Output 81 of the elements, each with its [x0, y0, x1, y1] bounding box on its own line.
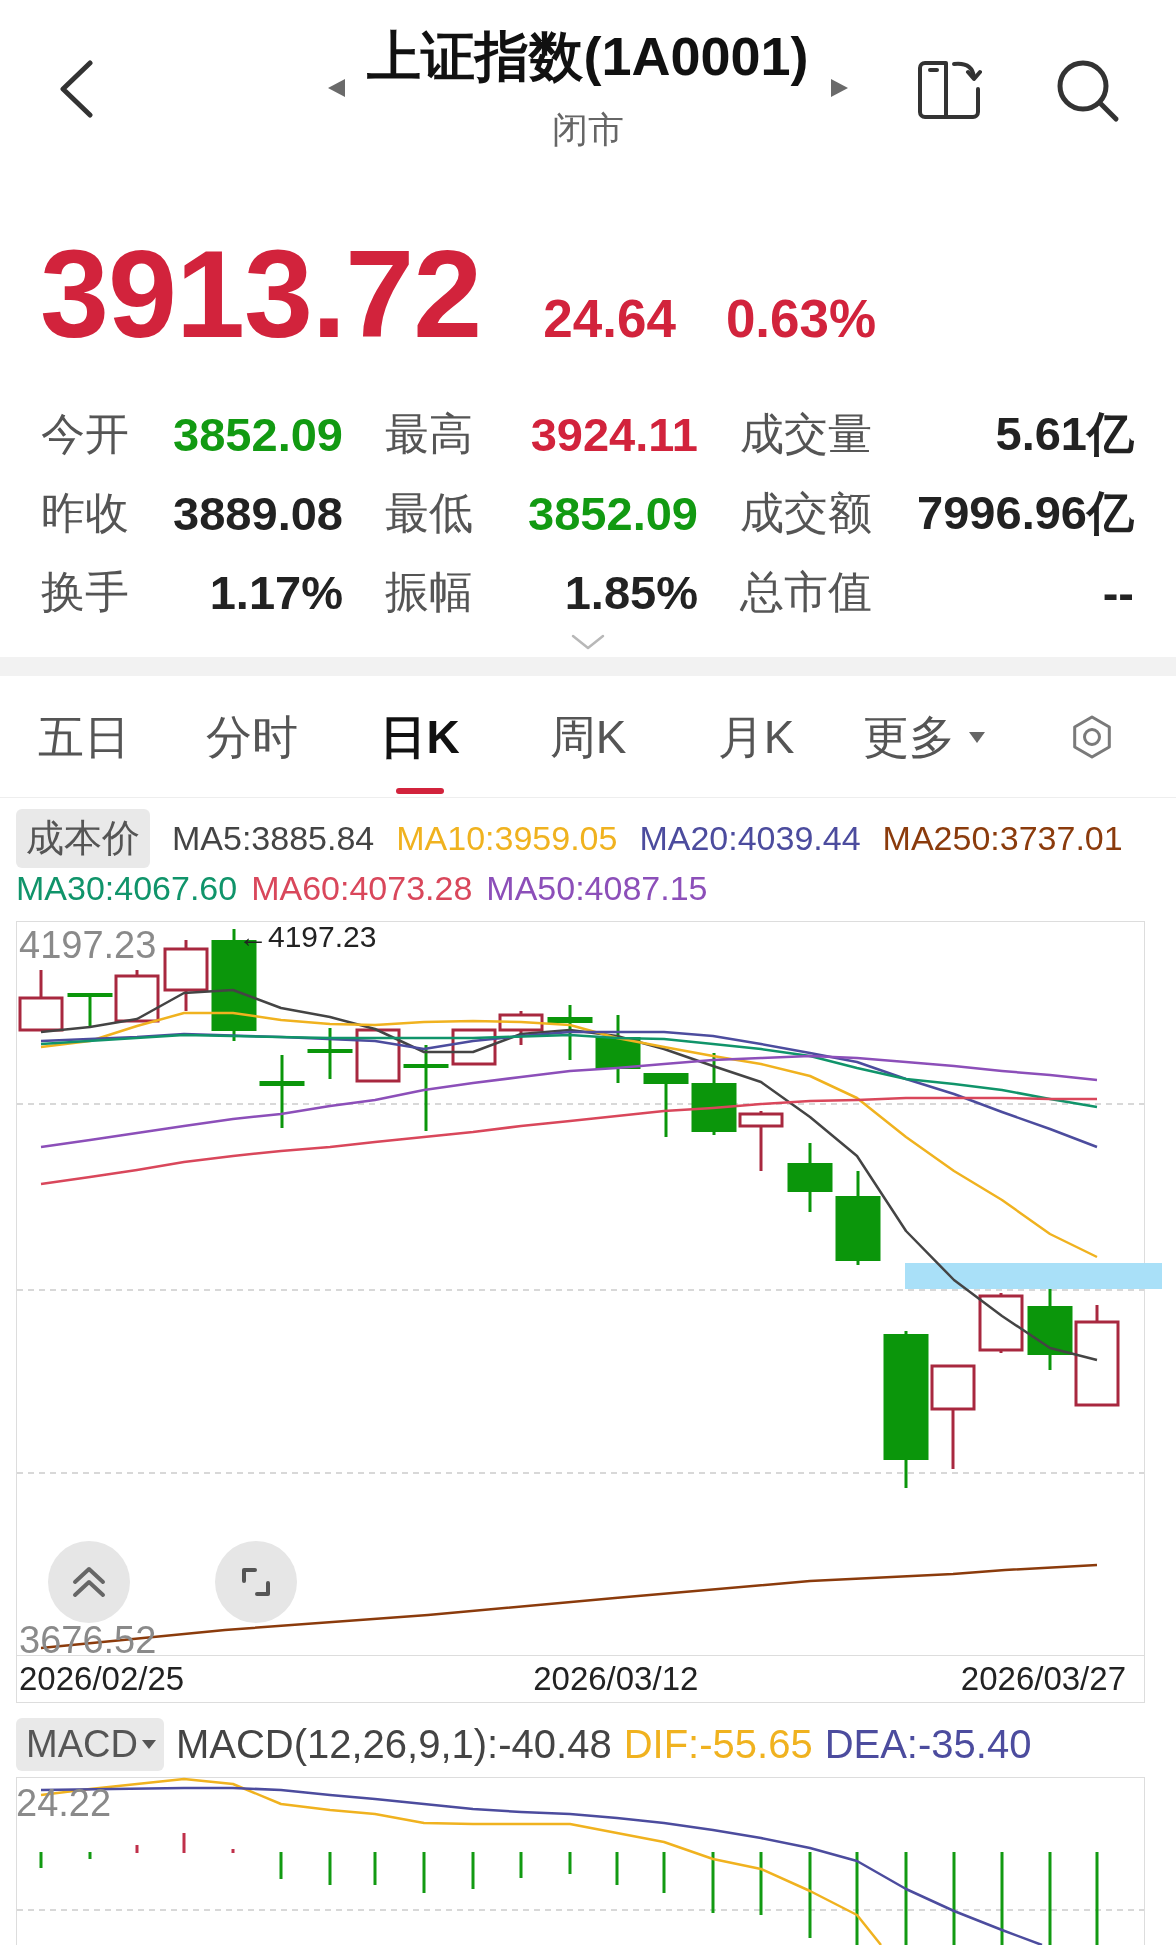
period-tab[interactable]: 周K	[549, 709, 627, 794]
stat-value: 1.17%	[209, 565, 343, 620]
page-title: 上证指数(1A0001)	[367, 25, 809, 87]
back-icon[interactable]	[58, 60, 94, 118]
caret-right-icon[interactable]	[830, 79, 848, 97]
more-menu-tab[interactable]: 更多	[863, 709, 985, 794]
stat-value: 1.85%	[564, 565, 698, 620]
stat-value: 3924.11	[530, 407, 698, 462]
cost-price-button[interactable]: 成本价	[16, 809, 150, 868]
macd-bar	[519, 1852, 523, 1878]
double-chevron-up-icon	[71, 1565, 107, 1599]
axis-max-label: 4197.23	[19, 924, 157, 966]
candle	[498, 1011, 544, 1045]
settings-icon[interactable]	[1070, 715, 1114, 759]
ma-reading: MA5:3885.84	[172, 819, 375, 858]
corner-brackets-icon	[241, 1567, 271, 1597]
macd-bar	[88, 1852, 92, 1859]
stat-label: 昨收	[41, 487, 129, 539]
ma-reading: MA50:4087.15	[486, 868, 708, 908]
stat-value: 3852.09	[173, 407, 343, 462]
macd-bar	[373, 1852, 377, 1885]
axis-max-label: 24.22	[16, 1782, 112, 1824]
ma-reading: MA60:4073.28	[251, 868, 473, 908]
indicator-selector[interactable]: MACD	[16, 1718, 164, 1771]
period-tab[interactable]: 月K	[717, 709, 795, 794]
date-label: 2026/03/27	[960, 1660, 1126, 1698]
period-tab[interactable]: 五日	[38, 709, 130, 794]
macd-reading: DIF:-55.65	[623, 1722, 813, 1767]
macd-bar	[231, 1849, 235, 1853]
candle	[978, 1293, 1024, 1353]
ma-reading: MA20:4039.44	[639, 819, 861, 858]
macd-bar	[328, 1852, 332, 1885]
period-tab[interactable]: 分时	[206, 709, 298, 794]
macd-bar	[471, 1852, 475, 1889]
macd-bar	[568, 1852, 572, 1874]
period-tab[interactable]: 日K	[380, 709, 460, 794]
candle	[307, 1028, 353, 1079]
candle	[738, 1111, 784, 1171]
caret-left-icon[interactable]	[328, 79, 346, 97]
stat-label: 今开	[41, 408, 129, 460]
candle	[163, 940, 209, 1011]
date-label: 2026/02/25	[19, 1660, 185, 1698]
candle	[643, 1073, 689, 1137]
stat-value: 5.61亿	[995, 406, 1134, 462]
stat-label: 换手	[41, 566, 129, 618]
caret-down-icon	[141, 1740, 156, 1749]
stat-value: 7996.96亿	[917, 485, 1134, 541]
macd-bar	[711, 1852, 715, 1913]
last-price: 3913.72	[40, 232, 482, 356]
stat-label: 成交量	[740, 408, 872, 460]
stat-label: 成交额	[740, 487, 872, 539]
macd-bar	[759, 1852, 763, 1915]
change-percent: 0.63%	[725, 288, 877, 349]
peak-price-label: ←4197.23	[238, 920, 377, 953]
market-status: 闭市	[552, 108, 624, 152]
stat-label: 最高	[385, 408, 473, 460]
macd-bar	[279, 1852, 283, 1879]
macd-bar	[135, 1845, 139, 1853]
stat-value: 3889.08	[173, 486, 343, 541]
candle	[355, 1028, 401, 1083]
ma-reading: MA250:3737.01	[882, 819, 1123, 858]
candle	[547, 1005, 593, 1060]
stat-label: 振幅	[385, 566, 473, 618]
stat-label: 总市值	[740, 566, 872, 618]
candle	[595, 1015, 641, 1083]
ma-reading: MA30:4067.60	[16, 868, 238, 908]
macd-reading: MACD(12,26,9,1):-40.48	[175, 1722, 612, 1767]
macd-reading: DEA:-35.40	[824, 1722, 1032, 1767]
date-label: 2026/03/12	[533, 1660, 699, 1698]
macd-bar	[662, 1852, 666, 1893]
price-change: 24.64	[543, 288, 676, 349]
macd-bar	[422, 1852, 426, 1893]
caret-down-icon	[969, 731, 985, 743]
candle	[787, 1143, 833, 1212]
stat-label: 最低	[385, 487, 473, 539]
macd-bar	[615, 1852, 619, 1885]
macd-bar	[39, 1852, 43, 1868]
stat-value: --	[1102, 565, 1134, 620]
ma-reading: MA10:3959.05	[396, 819, 618, 858]
macd-bar	[182, 1833, 186, 1853]
stat-value: 3852.09	[528, 486, 698, 541]
